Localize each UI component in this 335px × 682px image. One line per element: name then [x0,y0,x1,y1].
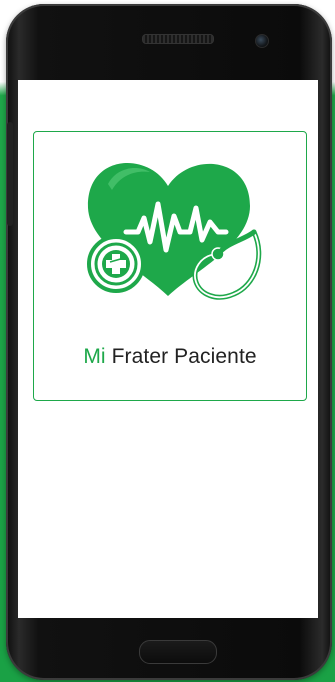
app-title: Mi Frater Paciente [34,345,306,369]
app-title-rest: Frater Paciente [105,345,257,368]
side-button [7,122,13,226]
front-camera [255,34,269,48]
app-screen: Mi Frater Paciente [18,80,318,618]
home-button[interactable] [139,640,217,664]
splash-card[interactable]: Mi Frater Paciente [33,131,307,401]
app-title-prefix: Mi [83,345,106,368]
heart-stethoscope-icon [87,162,262,300]
earpiece-speaker [142,34,214,44]
